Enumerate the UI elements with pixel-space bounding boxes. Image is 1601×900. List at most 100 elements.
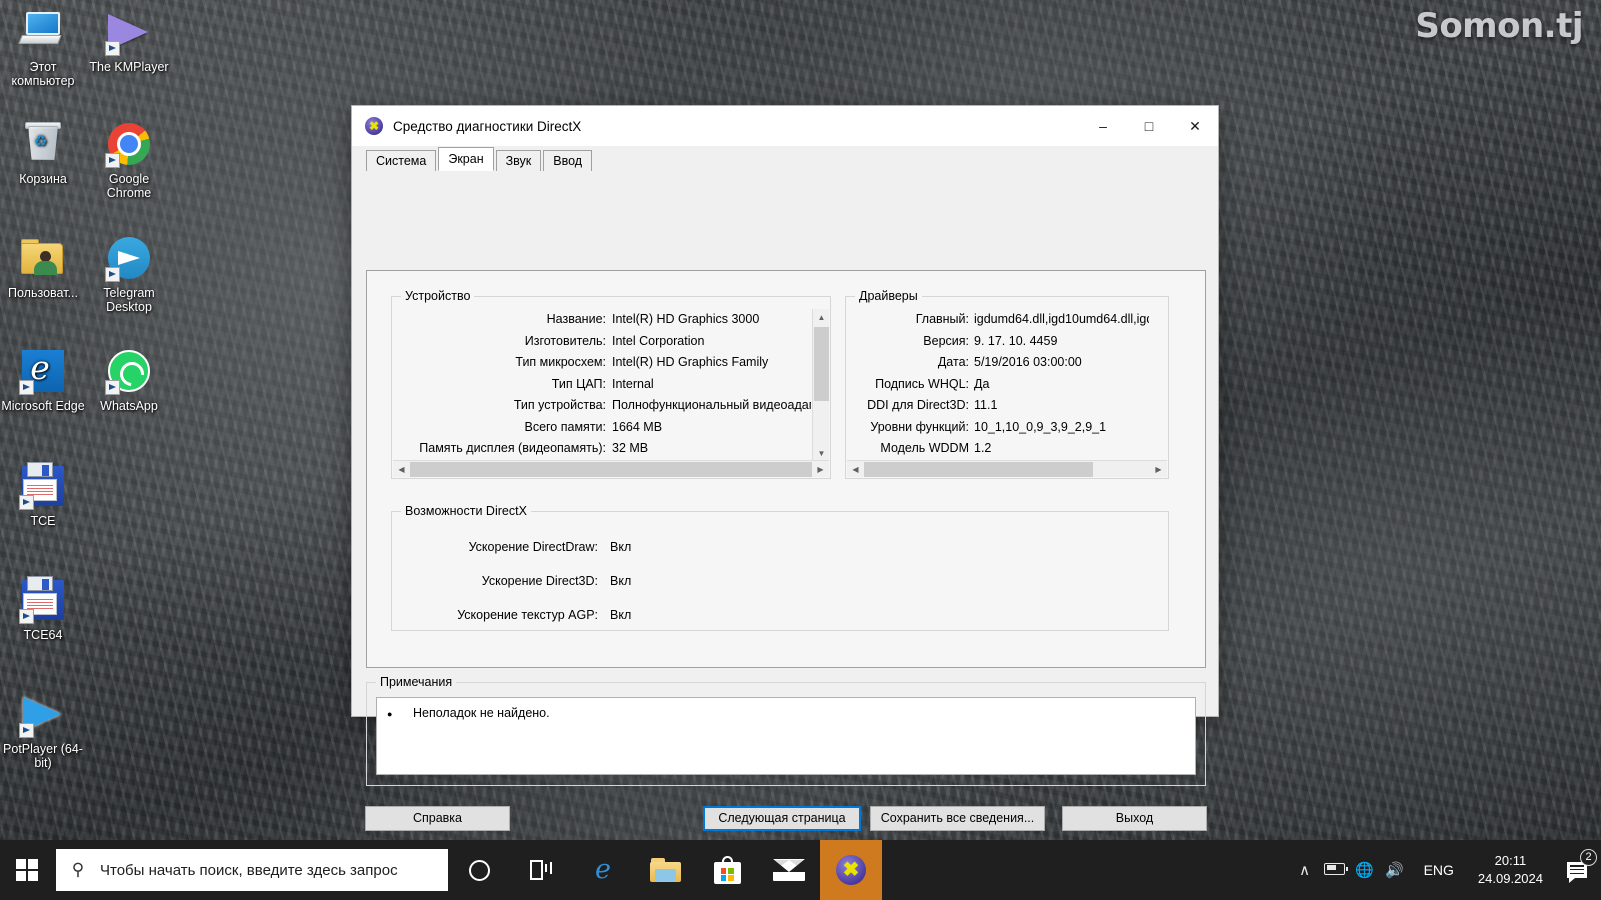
dxdiag-taskbar-button[interactable] [820, 840, 882, 900]
scroll-left-icon[interactable]: ◀ [393, 461, 410, 478]
desktop-icon-label: The KMPlayer [89, 60, 169, 74]
field-value: Вкл [610, 574, 632, 588]
tab-input[interactable]: Ввод [543, 150, 593, 171]
desktop-icon-user-folder[interactable]: Пользоват... [0, 234, 86, 300]
field-row: DDI для Direct3D: 11.1 [847, 395, 1149, 417]
shortcut-arrow-icon [105, 267, 120, 282]
desktop-icon-recycle-bin[interactable]: ♻ Корзина [0, 120, 86, 186]
desktop-icon-whatsapp[interactable]: WhatsApp [86, 347, 172, 413]
tab-system[interactable]: Система [366, 150, 437, 171]
taskbar: ⚲ Чтобы начать поиск, введите здесь запр… [0, 840, 1601, 900]
field-label: Модель WDDM [880, 441, 969, 455]
task-view-button[interactable] [510, 840, 572, 900]
cortana-icon [468, 859, 490, 881]
field-row: Версия: 9. 17. 10. 4459 [847, 331, 1149, 353]
field-row: Изготовитель: Intel Corporation [393, 331, 811, 353]
kmplayer-icon [105, 8, 153, 56]
tab-panel-display: Устройство Название: Intel(R) HD Graphic… [366, 270, 1206, 668]
close-button[interactable]: ✕ [1172, 106, 1218, 146]
field-value: 9. 17. 10. 4459 [974, 333, 1058, 348]
scrollbar-thumb[interactable] [864, 461, 1093, 477]
window-titlebar[interactable]: Средство диагностики DirectX – □ ✕ [352, 106, 1218, 146]
edge-icon: e [19, 347, 67, 395]
notes-textbox[interactable]: ● Неполадок не найдено. [376, 697, 1196, 775]
battery-icon[interactable] [1320, 862, 1350, 879]
field-value: igdumd64.dll,igd10umd64.dll,igd10umd [974, 312, 1149, 326]
device-vertical-scrollbar[interactable]: ▲ ▼ [812, 309, 829, 462]
field-value: Вкл [610, 540, 632, 554]
potplayer-icon [19, 690, 67, 738]
file-explorer-taskbar-button[interactable] [634, 840, 696, 900]
desktop-icon-label: Google Chrome [106, 172, 152, 200]
search-input[interactable]: ⚲ Чтобы начать поиск, введите здесь запр… [56, 849, 448, 891]
desktop-icon-label: WhatsApp [100, 399, 158, 413]
mail-taskbar-button[interactable] [758, 840, 820, 900]
field-row: Всего памяти: 1664 MB [393, 417, 811, 439]
scroll-up-icon[interactable]: ▲ [813, 309, 830, 326]
field-row: Ускорение Direct3D: Вкл [392, 564, 1168, 598]
desktop-icon-label: Telegram Desktop [103, 286, 155, 314]
exit-button[interactable]: Выход [1062, 806, 1207, 831]
language-indicator[interactable]: ENG [1410, 862, 1468, 878]
whatsapp-icon [105, 347, 153, 395]
scroll-right-icon[interactable]: ▶ [812, 461, 829, 478]
field-label: Тип ЦАП: [551, 376, 606, 391]
network-offline-icon[interactable]: 🌐 [1350, 861, 1380, 879]
field-label: Ускорение текстур AGP: [457, 608, 598, 622]
field-row: Главный: igdumd64.dll,igd10umd64.dll,igd… [847, 309, 1149, 331]
desktop-icon-potplayer[interactable]: PotPlayer (64-bit) [0, 690, 86, 770]
action-center-button[interactable]: 2 [1553, 849, 1601, 883]
directx-features-groupbox: Возможности DirectX Ускорение DirectDraw… [391, 504, 1169, 631]
scrollbar-thumb[interactable] [814, 327, 829, 401]
scroll-left-icon[interactable]: ◀ [847, 461, 864, 478]
desktop-icon-kmplayer[interactable]: The KMPlayer [86, 8, 172, 74]
field-value: 10_1,10_0,9_3,9_2,9_1 [974, 419, 1107, 434]
field-row: Название: Intel(R) HD Graphics 3000 [393, 309, 811, 331]
save-all-information-button[interactable]: Сохранить все сведения... [870, 806, 1045, 831]
show-hidden-icons-chevron-icon[interactable]: ∧ [1290, 861, 1320, 879]
notes-text: Неполадок не найдено. [413, 706, 550, 720]
scrollbar-track[interactable] [410, 461, 812, 478]
microsoft-store-icon [713, 856, 741, 884]
desktop-icon-edge[interactable]: e Microsoft Edge [0, 347, 86, 413]
volume-icon[interactable]: 🔊 [1380, 861, 1410, 879]
clock[interactable]: 20:11 24.09.2024 [1468, 852, 1553, 888]
drivers-groupbox: Драйверы Главный: igdumd64.dll,igd10umd6… [845, 289, 1169, 479]
user-folder-icon [19, 234, 67, 282]
notes-list-item: ● Неполадок не найдено. [387, 706, 1185, 720]
edge-taskbar-button[interactable]: e [572, 840, 634, 900]
telegram-icon [105, 234, 153, 282]
tab-display[interactable]: Экран [438, 147, 494, 171]
desktop-icon-tce[interactable]: TCE [0, 462, 86, 528]
help-button[interactable]: Справка [365, 806, 510, 831]
desktop-icon-this-pc[interactable]: Этот компьютер [0, 8, 86, 88]
desktop-icon-chrome[interactable]: Google Chrome [86, 120, 172, 200]
cortana-button[interactable] [448, 840, 510, 900]
floppy-icon [19, 462, 67, 510]
field-value: Да [974, 376, 990, 391]
start-button[interactable] [0, 840, 54, 900]
maximize-button[interactable]: □ [1126, 106, 1172, 146]
minimize-button[interactable]: – [1080, 106, 1126, 146]
tab-sound[interactable]: Звук [495, 150, 542, 171]
field-label: Тип микросхем: [515, 355, 606, 369]
field-row: Тип устройства: Полнофункциональный виде… [393, 395, 811, 417]
notification-count-badge: 2 [1580, 849, 1597, 866]
field-label: Подпись WHQL: [875, 376, 969, 391]
next-page-button[interactable]: Следующая страница [703, 806, 861, 831]
field-value: Полнофункциональный видеоадапт [612, 398, 811, 412]
drivers-horizontal-scrollbar[interactable]: ◀ ▶ [847, 460, 1167, 477]
field-label: Ускорение Direct3D: [481, 574, 598, 588]
desktop-icon-telegram[interactable]: Telegram Desktop [86, 234, 172, 314]
desktop-icon-tce64[interactable]: TCE64 [0, 576, 86, 642]
scroll-right-icon[interactable]: ▶ [1150, 461, 1167, 478]
scrollbar-track[interactable] [864, 461, 1150, 478]
scrollbar-thumb[interactable] [410, 461, 812, 477]
desktop-icon-label: Этот компьютер [11, 60, 75, 88]
dialog-button-row: Справка Следующая страница Сохранить все… [352, 806, 1220, 840]
device-horizontal-scrollbar[interactable]: ◀ ▶ [393, 460, 829, 477]
drivers-field-list: Главный: igdumd64.dll,igd10umd64.dll,igd… [847, 309, 1149, 462]
microsoft-store-taskbar-button[interactable] [696, 840, 758, 900]
shortcut-arrow-icon [105, 41, 120, 56]
clock-time: 20:11 [1494, 853, 1527, 868]
